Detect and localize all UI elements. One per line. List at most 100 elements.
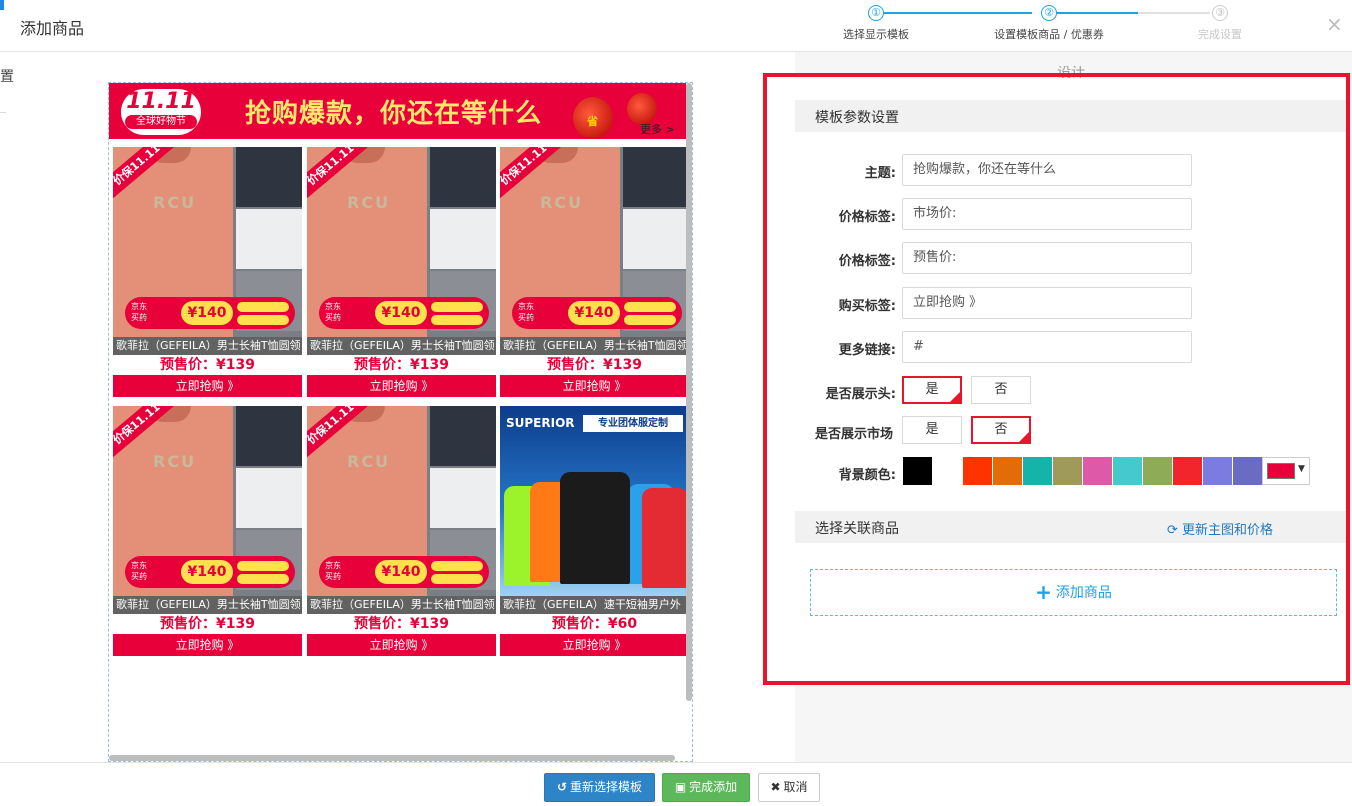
show-market-no[interactable]: 否 ✓ <box>971 416 1031 444</box>
color-swatch[interactable] <box>963 457 992 485</box>
refresh-link[interactable]: ⟳ 更新主图和价格 <box>1167 519 1273 538</box>
color-swatch[interactable] <box>1143 457 1172 485</box>
cancel-button[interactable]: ✖ 取消 <box>758 773 820 802</box>
preview-banner: 11.11 全球好物节 抢购爆款，你还在等什么 省 更多 > <box>109 83 686 139</box>
dialog-title: 添加商品 <box>20 19 85 38</box>
finish-add-button[interactable]: ▣ 完成添加 <box>662 773 750 802</box>
close-icon[interactable]: × <box>1326 12 1343 36</box>
promo-pill <box>431 302 483 312</box>
shirt-print: RCU <box>153 193 197 212</box>
step-1-number: ① <box>868 5 884 21</box>
promo-badge: 京东 买药 ¥140 <box>125 297 295 329</box>
step-3-number: ③ <box>1212 5 1228 21</box>
show-market-yes[interactable]: 是 <box>902 416 962 444</box>
product-image: SUPERIOR 专业团体服定制 <box>500 406 689 596</box>
template-preview: 11.11 全球好物节 抢购爆款，你还在等什么 省 更多 > RCU 价保11.… <box>108 82 693 762</box>
buy-now-button[interactable]: 立即抢购 》 <box>113 375 302 397</box>
promo-price: ¥140 <box>375 301 427 325</box>
thumb-white <box>430 468 496 528</box>
product-card[interactable]: SUPERIOR 专业团体服定制 歌菲拉（GEFEILA）速干短袖男户外 预售价… <box>500 406 689 661</box>
product-image: RCU 价保11.11 京东 买药 ¥140 <box>500 147 689 337</box>
promo-pill <box>237 574 289 584</box>
presale-price-input[interactable]: 预售价: <box>902 242 1192 274</box>
color-swatch[interactable] <box>1053 457 1082 485</box>
color-swatch[interactable] <box>1023 457 1052 485</box>
close-icon: ✖ <box>770 780 781 794</box>
undo-icon: ↺ <box>556 780 568 794</box>
color-swatch[interactable] <box>993 457 1022 485</box>
product-price: 预售价：¥139 <box>354 616 449 632</box>
thumb-white <box>236 209 302 269</box>
step-2-label: 设置模板商品 / 优惠券 <box>994 28 1104 41</box>
horizontal-scrollbar[interactable] <box>109 755 675 761</box>
product-card[interactable]: RCU 价保11.11 京东 买药 ¥140 歌菲拉（GEFEILA）男士长袖T恤… <box>307 147 496 402</box>
buy-now-button[interactable]: 立即抢购 》 <box>500 375 689 397</box>
vertical-scrollbar[interactable] <box>686 83 692 701</box>
show-header-yes[interactable]: 是 ✓ <box>902 376 962 404</box>
reselect-template-button[interactable]: ↺ 重新选择模板 <box>544 773 655 802</box>
template-params-header: 模板参数设置 <box>795 100 1350 132</box>
dialog-header: 添加商品 ① 选择显示模板 ② 设置模板商品 / 优惠券 ③ 完成设置 × <box>0 0 1352 52</box>
thumb-black <box>623 147 689 207</box>
market-price-input[interactable]: 市场价: <box>902 198 1192 230</box>
product-name: 歌菲拉（GEFEILA）男士长袖T恤圆领 <box>113 596 302 614</box>
promo-price: ¥140 <box>375 560 427 584</box>
color-swatch[interactable] <box>1203 457 1232 485</box>
banner-more-link[interactable]: 更多 > <box>640 121 675 137</box>
add-product-button[interactable]: + 添加商品 <box>810 569 1337 616</box>
thumb-white <box>430 209 496 269</box>
product-name: 歌菲拉（GEFEILA）男士长袖T恤圆领 <box>307 596 496 614</box>
festival-logo: 11.11 全球好物节 <box>121 89 201 135</box>
step-2[interactable]: ② 设置模板商品 / 优惠券 <box>984 5 1114 42</box>
promo-badge: 京东 买药 ¥140 <box>512 297 682 329</box>
show-header-no[interactable]: 否 <box>971 376 1031 404</box>
step-3: ③ 完成设置 <box>1155 5 1285 42</box>
show-header-label: 是否展示头: <box>825 387 896 402</box>
polo-shirt-black <box>560 472 630 584</box>
buy-now-button[interactable]: 立即抢购 》 <box>113 634 302 656</box>
product-price: 预售价：¥60 <box>551 616 638 632</box>
promo-price: ¥140 <box>181 301 233 325</box>
buy-label-input[interactable]: 立即抢购 》 <box>902 287 1192 319</box>
color-swatch[interactable] <box>1113 457 1142 485</box>
step-2-number: ② <box>1041 5 1057 21</box>
buy-now-button[interactable]: 立即抢购 》 <box>500 634 689 656</box>
shirt-print: RCU <box>153 452 197 471</box>
promo-badge: 京东 买药 ¥140 <box>125 556 295 588</box>
step-1[interactable]: ① 选择显示模板 <box>811 5 941 42</box>
buy-now-button[interactable]: 立即抢购 》 <box>307 375 496 397</box>
more-link-input[interactable]: # <box>902 331 1192 363</box>
promo-jd: 京东 买药 <box>518 302 534 322</box>
dialog-footer: ↺ 重新选择模板 ▣ 完成添加 ✖ 取消 <box>0 762 1352 806</box>
product-image: RCU 价保11.11 京东 买药 ¥140 <box>113 147 302 337</box>
thumb-black <box>430 406 496 466</box>
product-card[interactable]: RCU 价保11.11 京东 买药 ¥140 歌菲拉（GEFEILA）男士长袖T恤… <box>307 406 496 661</box>
theme-input[interactable]: 抢购爆款，你还在等什么 <box>902 154 1192 186</box>
color-swatch[interactable] <box>1173 457 1202 485</box>
refresh-label: 更新主图和价格 <box>1182 523 1274 538</box>
product-card[interactable]: RCU 价保11.11 京东 买药 ¥140 歌菲拉（GEFEILA）男士长袖T恤… <box>113 147 302 402</box>
color-swatch-black[interactable] <box>903 457 932 485</box>
buy-now-button[interactable]: 立即抢购 》 <box>307 634 496 656</box>
thumb-black <box>236 147 302 207</box>
promo-jd: 京东 买药 <box>131 302 147 322</box>
color-picker-dropdown[interactable]: ▼ <box>1262 457 1310 485</box>
show-market-yes-label: 是 <box>925 422 939 437</box>
product-image: RCU 价保11.11 京东 买药 ¥140 <box>307 406 496 596</box>
product-name: 歌菲拉（GEFEILA）速干短袖男户外 <box>500 596 689 614</box>
color-swatch[interactable] <box>1233 457 1262 485</box>
thumb-black <box>430 147 496 207</box>
presale-price-label: 价格标签: <box>838 254 896 269</box>
color-swatch[interactable] <box>1083 457 1112 485</box>
shirt-print: RCU <box>347 452 391 471</box>
product-card[interactable]: RCU 价保11.11 京东 买药 ¥140 歌菲拉（GEFEILA）男士长袖T恤… <box>113 406 302 661</box>
product-card[interactable]: RCU 价保11.11 京东 买药 ¥140 歌菲拉（GEFEILA）男士长袖T恤… <box>500 147 689 402</box>
promo-pill <box>431 574 483 584</box>
banner-title: 抢购爆款，你还在等什么 <box>245 99 543 129</box>
promo-jd: 京东 买药 <box>131 561 147 581</box>
show-market-label: 是否展示市场 <box>815 427 894 442</box>
polo-brand: SUPERIOR <box>506 416 575 430</box>
show-market-no-label: 否 <box>994 422 1008 437</box>
cancel-label: 取消 <box>783 780 808 794</box>
reselect-template-label: 重新选择模板 <box>570 780 643 794</box>
